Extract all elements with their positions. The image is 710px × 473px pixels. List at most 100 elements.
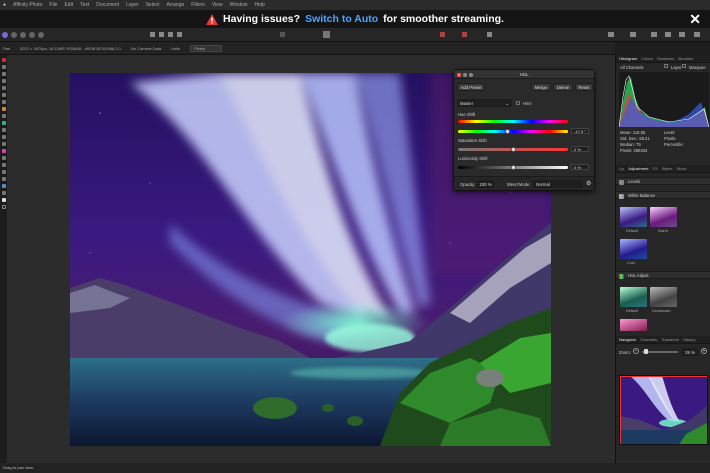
- paint-brush-icon[interactable]: [1, 100, 6, 104]
- boolean-icon[interactable]: [694, 32, 700, 37]
- snapping-icon[interactable]: [440, 32, 445, 37]
- close-window-icon[interactable]: [457, 72, 461, 77]
- tab-layers[interactable]: Lyr: [619, 166, 624, 171]
- mask-icon[interactable]: [323, 31, 330, 38]
- tab-brushes[interactable]: Brushes: [678, 56, 693, 61]
- export-persona-icon[interactable]: [38, 32, 44, 38]
- tab-colour[interactable]: Colour: [641, 56, 653, 61]
- fill-tool-icon[interactable]: [1, 121, 6, 125]
- hsl-dialog-titlebar[interactable]: HSL: [454, 70, 594, 79]
- dodge-tool-icon[interactable]: [1, 135, 6, 139]
- tab-transform[interactable]: Transform: [661, 337, 679, 342]
- tab-channels[interactable]: Channels: [640, 337, 657, 342]
- navigator-preview[interactable]: [619, 375, 708, 445]
- hue-shift-knob[interactable]: [505, 129, 510, 134]
- menu-select[interactable]: Select: [146, 2, 160, 8]
- tab-fx[interactable]: FX: [652, 166, 657, 171]
- hue-shift-slider[interactable]: [458, 130, 568, 133]
- align-icon[interactable]: [630, 32, 636, 37]
- selection-mode-icon[interactable]: [280, 32, 285, 37]
- color-picker-icon[interactable]: [1, 184, 6, 188]
- section-white-balance[interactable]: White Balance: [616, 191, 710, 199]
- hsl-preset-desaturate[interactable]: [650, 287, 677, 307]
- text-tool-icon[interactable]: [1, 177, 6, 181]
- tab-styles[interactable]: Styles: [662, 166, 673, 171]
- hue-shift-value[interactable]: -17.9 °: [571, 128, 589, 134]
- merge-button[interactable]: Merge: [531, 83, 551, 91]
- distribute-icon[interactable]: [665, 32, 671, 37]
- wb-preset-cool[interactable]: [620, 239, 647, 259]
- hsl-preset-default[interactable]: [620, 287, 647, 307]
- shape-tool-icon[interactable]: [1, 170, 6, 174]
- wb-preset-default[interactable]: [620, 207, 647, 227]
- wb-preset-warm[interactable]: [650, 207, 677, 227]
- marquee-checkbox[interactable]: [682, 64, 686, 68]
- tab-adjustment[interactable]: Adjustment: [628, 166, 648, 171]
- develop-persona-icon[interactable]: [20, 32, 26, 38]
- close-icon[interactable]: ✕: [689, 11, 701, 28]
- zoom-tool-icon[interactable]: [1, 191, 6, 195]
- hsl-preset-partial[interactable]: [620, 319, 647, 331]
- menu-filters[interactable]: Filters: [191, 2, 205, 8]
- snapping-options-icon[interactable]: [462, 32, 467, 37]
- saturation-shift-value[interactable]: 0 %: [571, 146, 589, 152]
- arrange-icon[interactable]: [608, 32, 614, 37]
- layer-checkbox[interactable]: [664, 64, 668, 68]
- red-eye-icon[interactable]: [1, 149, 6, 153]
- channels-select[interactable]: All Channels: [620, 65, 644, 70]
- units-select[interactable]: Pixels: [190, 44, 222, 52]
- pencil-icon[interactable]: [1, 107, 6, 111]
- primary-color-swatch[interactable]: [1, 198, 6, 202]
- section-levels[interactable]: Levels: [616, 177, 710, 185]
- menu-text[interactable]: Text: [80, 2, 89, 8]
- luminosity-shift-knob[interactable]: [510, 165, 516, 170]
- erase-tool-icon[interactable]: [1, 114, 6, 118]
- liquify-persona-icon[interactable]: [11, 32, 17, 38]
- tab-histogram[interactable]: Histogram: [619, 56, 637, 61]
- inpainting-icon[interactable]: [1, 156, 6, 160]
- reset-button[interactable]: Reset: [575, 83, 593, 91]
- tab-history[interactable]: History: [683, 337, 695, 342]
- tab-navigator[interactable]: Navigator: [619, 337, 636, 342]
- transform-icon[interactable]: [651, 32, 657, 37]
- auto-levels-icon[interactable]: [150, 32, 155, 37]
- flood-select-icon[interactable]: [1, 93, 6, 97]
- menu-view[interactable]: View: [212, 2, 223, 8]
- view-tool-icon[interactable]: [1, 65, 6, 69]
- crop-tool-icon[interactable]: [1, 72, 6, 76]
- menu-layer[interactable]: Layer: [126, 2, 139, 8]
- menu-arrange[interactable]: Arrange: [166, 2, 184, 8]
- zoom-value-field[interactable]: 25 %: [682, 348, 698, 356]
- menu-help[interactable]: Help: [254, 2, 264, 8]
- secondary-color-swatch[interactable]: [1, 205, 6, 209]
- hsv-checkbox[interactable]: [516, 101, 520, 105]
- zoom-in-icon[interactable]: +: [701, 348, 707, 354]
- tone-map-persona-icon[interactable]: [29, 32, 35, 38]
- navigator-viewport[interactable]: [620, 376, 707, 444]
- gear-icon[interactable]: ⚙: [586, 180, 591, 187]
- marquee-tool-icon[interactable]: [1, 86, 6, 90]
- minimize-window-icon[interactable]: [463, 72, 467, 77]
- zoom-slider-knob[interactable]: [644, 349, 648, 354]
- luminosity-shift-value[interactable]: 0 %: [571, 164, 589, 170]
- menu-app[interactable]: Affinity Photo: [13, 2, 42, 8]
- photo-persona-icon[interactable]: [2, 32, 8, 38]
- apple-icon[interactable]: ●: [3, 2, 6, 8]
- order-icon[interactable]: [679, 32, 685, 37]
- clone-tool-icon[interactable]: [1, 142, 6, 146]
- auto-contrast-icon[interactable]: [159, 32, 164, 37]
- menu-edit[interactable]: Edit: [64, 2, 73, 8]
- zoom-window-icon[interactable]: [469, 72, 473, 77]
- auto-white-balance-icon[interactable]: [177, 32, 182, 37]
- add-preset-button[interactable]: Add Preset: [457, 83, 485, 91]
- selection-brush-icon[interactable]: [1, 79, 6, 83]
- menu-file[interactable]: File: [49, 2, 57, 8]
- gradient-tool-icon[interactable]: [1, 128, 6, 132]
- auto-colors-icon[interactable]: [168, 32, 173, 37]
- opacity-field[interactable]: 100 %: [477, 180, 494, 188]
- section-hsl-adjust[interactable]: HSL Adjust: [616, 271, 710, 279]
- menu-window[interactable]: Window: [230, 2, 248, 8]
- blend-mode-select[interactable]: Normal: [533, 180, 583, 188]
- zoom-out-icon[interactable]: −: [633, 348, 639, 354]
- switch-to-auto-link[interactable]: Switch to Auto: [305, 13, 378, 25]
